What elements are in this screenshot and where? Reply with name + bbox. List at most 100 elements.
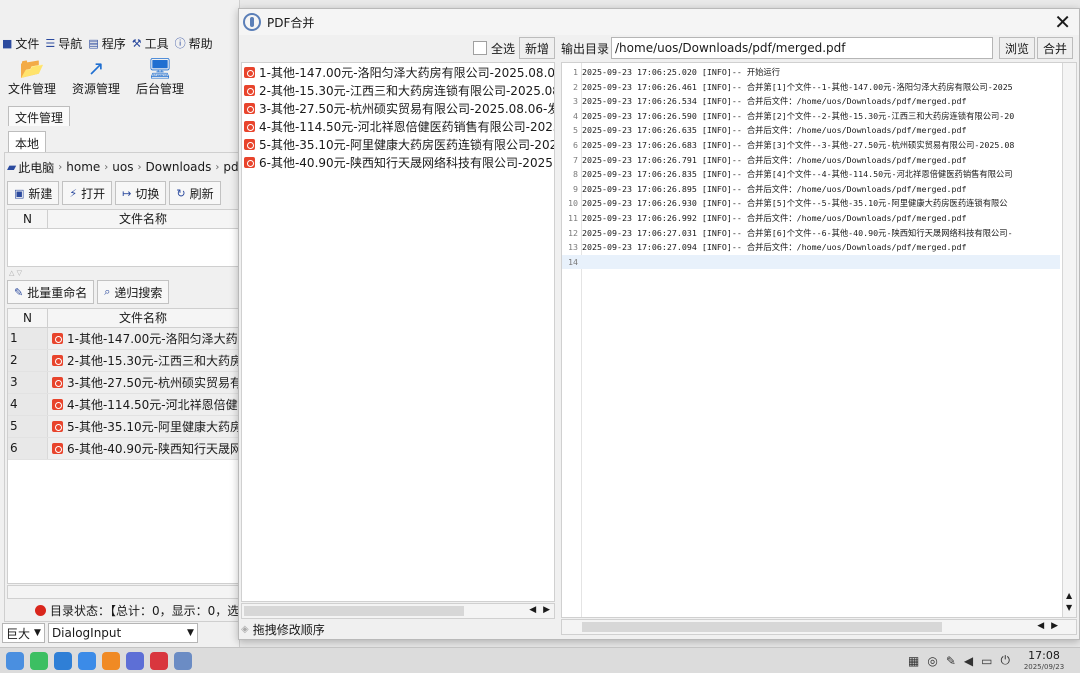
browse-button[interactable]: 浏览 <box>999 37 1036 59</box>
horizontal-scrollbar[interactable] <box>7 585 239 599</box>
add-button[interactable]: 新增 <box>518 37 555 59</box>
toolbar-button-2[interactable]: ↦ 切换 <box>115 181 167 205</box>
table-row[interactable]: 6 6-其他-40.90元-陕西知行天晟网络 <box>8 438 238 460</box>
log-line: 10 2025-09-23 17:06:26.930 [INFO]-- 合并第[5… <box>562 196 1060 211</box>
tools-icon: ⚒ <box>131 36 142 50</box>
dialog-titlebar[interactable]: PDF合并 ✕ <box>239 9 1079 35</box>
program-icon: ▤ <box>88 36 99 50</box>
big-tool-1[interactable]: ↗ 资源管理 <box>64 56 128 102</box>
row-number: 2 <box>8 350 48 371</box>
pdfmerge-app-icon[interactable] <box>174 651 192 670</box>
toolbar-button-0[interactable]: ▣ 新建 <box>7 181 60 205</box>
splitter-handle[interactable]: △ ▽ <box>7 269 239 277</box>
log-line: 12 2025-09-23 17:06:27.031 [INFO]-- 合并第[6… <box>562 226 1060 241</box>
store-icon[interactable] <box>54 651 72 670</box>
pdf-file-icon <box>244 138 255 150</box>
close-icon[interactable]: ✕ <box>1054 10 1071 34</box>
scrollbar-thumb[interactable] <box>582 622 942 632</box>
breadcrumb-item[interactable]: 此电脑 <box>18 159 54 176</box>
font-combo-value: DialogInput <box>51 626 122 640</box>
status-dot-icon <box>35 605 46 616</box>
scroll-down-icon[interactable]: ▼ <box>1066 603 1072 612</box>
log-area[interactable]: 1 2025-09-23 17:06:25.020 [INFO]-- 开始运行 2 2… <box>561 62 1077 618</box>
list-item[interactable]: 2-其他-15.30元-江西三和大药房连锁有限公司-2025.08.06 <box>242 81 554 99</box>
scrollbar-thumb[interactable] <box>244 606 464 616</box>
toolbar-button-1[interactable]: ⚡ 打开 <box>62 181 113 205</box>
row-number: 5 <box>8 416 48 437</box>
tab-local[interactable]: 本地 <box>8 131 47 153</box>
table-row[interactable]: 2 2-其他-15.30元-江西三和大药房连 <box>8 350 238 372</box>
pdf-file-icon <box>52 355 63 366</box>
table-row[interactable]: 5 5-其他-35.10元-阿里健康大药房医 <box>8 416 238 438</box>
table-row[interactable]: 1 1-其他-147.00元-洛阳匀泽大药房 <box>8 328 238 350</box>
list-item[interactable]: 1-其他-147.00元-洛阳匀泽大药房有限公司-2025.08.06-发票 <box>242 63 554 81</box>
breadcrumb: ▰此电脑›home›uos›Downloads›pdf <box>7 157 239 177</box>
menu-item-2[interactable]: ▤ 程序 <box>88 35 125 52</box>
file-list-pane: 全选 新增 1-其他-147.00元-洛阳匀泽大药房有限公司-2025.08.0… <box>241 37 555 637</box>
files-icon[interactable] <box>102 651 120 670</box>
display-icon[interactable]: ▭ <box>981 654 992 668</box>
scroll-arrows-icon[interactable]: ◀ ▶ <box>529 605 552 615</box>
volume-icon[interactable]: ◀ <box>964 654 973 668</box>
search-icon: ⌕ <box>104 285 111 298</box>
menu-label: 帮助 <box>188 36 213 51</box>
menu-item-4[interactable]: ⓘ 帮助 <box>175 35 213 52</box>
menu-label: 工具 <box>144 36 169 51</box>
column-header-n[interactable]: N <box>8 210 48 228</box>
menu-item-0[interactable]: ■ 文件 <box>2 35 39 52</box>
merge-button[interactable]: 合并 <box>1037 37 1074 59</box>
list-item[interactable]: 6-其他-40.90元-陕西知行天晟网络科技有限公司-2025.08 <box>242 153 554 171</box>
log-vertical-scrollbar[interactable]: ▲ ▼ <box>1062 63 1076 617</box>
launcher-icon[interactable] <box>6 651 24 670</box>
menu-item-1[interactable]: ☰ 导航 <box>45 35 82 52</box>
breadcrumb-item[interactable]: Downloads <box>145 160 211 174</box>
column-header-n[interactable]: N <box>8 309 48 327</box>
size-combo[interactable]: 巨大 ▼ <box>2 623 45 643</box>
row-filename: 5-其他-35.10元-阿里健康大药房医 <box>67 420 238 434</box>
power-icon[interactable]: ⏻ <box>1001 653 1011 668</box>
scroll-arrows-icon[interactable]: ◀ ▶ <box>1037 621 1060 631</box>
breadcrumb-item[interactable]: home <box>66 160 100 174</box>
list-item[interactable]: 4-其他-114.50元-河北祥恩倍健医药销售有限公司-2025.08 <box>242 117 554 135</box>
nav-icon: ☰ <box>45 36 56 50</box>
terminal-icon[interactable] <box>30 651 48 670</box>
select-all-label[interactable]: 全选 <box>491 40 515 57</box>
log-line: 5 2025-09-23 17:06:26.635 [INFO]-- 合并后文件：… <box>562 123 1060 138</box>
keyboard-icon[interactable]: ▦ <box>908 654 919 668</box>
select-all-checkbox[interactable] <box>472 41 487 55</box>
list-item[interactable]: 5-其他-35.10元-阿里健康大药房医药连锁有限公司-2025 <box>242 135 554 153</box>
file-list-horizontal-scrollbar[interactable]: ◀ ▶ <box>241 603 555 619</box>
output-path-input[interactable] <box>611 37 994 59</box>
row-number: 6 <box>8 438 48 459</box>
pdf-app-icon[interactable] <box>150 651 168 670</box>
big-tool-0[interactable]: 📂 文件管理 <box>0 56 64 102</box>
network-icon[interactable]: ◎ <box>927 654 937 668</box>
chevron-right-icon: › <box>58 161 63 173</box>
pdf-file-icon <box>244 66 255 78</box>
tab-file-manager[interactable]: 文件管理 <box>8 106 71 126</box>
toolbar-button-0[interactable]: ✎ 批量重命名 <box>7 280 95 304</box>
table-row[interactable]: 4 4-其他-114.50元-河北祥恩倍健医 <box>8 394 238 416</box>
big-tool-2[interactable]: 🖥 后台管理 <box>128 56 192 102</box>
log-horizontal-scrollbar[interactable]: ◀ ▶ <box>561 619 1077 635</box>
column-header-filename[interactable]: 文件名称 <box>48 309 238 327</box>
clock[interactable]: 17:08 2025/09/23 <box>1016 649 1072 672</box>
pen-icon[interactable]: ✎ <box>946 654 956 668</box>
toolbar-button-1[interactable]: ⌕ 递归搜索 <box>97 280 170 304</box>
row-filename: 2-其他-15.30元-江西三和大药房连 <box>67 354 238 368</box>
column-header-filename[interactable]: 文件名称 <box>48 210 238 228</box>
toolbar-button-3[interactable]: ↻ 刷新 <box>169 181 221 205</box>
log-line: 11 2025-09-23 17:06:26.992 [INFO]-- 合并后文件… <box>562 211 1060 226</box>
breadcrumb-item[interactable]: uos <box>112 160 133 174</box>
scroll-up-icon[interactable]: ▲ <box>1066 591 1072 600</box>
settings-icon[interactable] <box>126 651 144 670</box>
menu-item-3[interactable]: ⚒ 工具 <box>132 35 169 52</box>
row-number: 4 <box>8 394 48 415</box>
table-row[interactable]: 3 3-其他-27.50元-杭州硕实贸易有限 <box>8 372 238 394</box>
log-line-number: 13 <box>568 242 578 253</box>
browser-icon[interactable] <box>78 651 96 670</box>
font-combo[interactable]: DialogInput ▼ <box>47 623 198 643</box>
log-line-text <box>580 255 582 270</box>
list-item[interactable]: 3-其他-27.50元-杭州硕实贸易有限公司-2025.08.06-发票 <box>242 99 554 117</box>
grid-directory-body[interactable] <box>7 229 239 267</box>
